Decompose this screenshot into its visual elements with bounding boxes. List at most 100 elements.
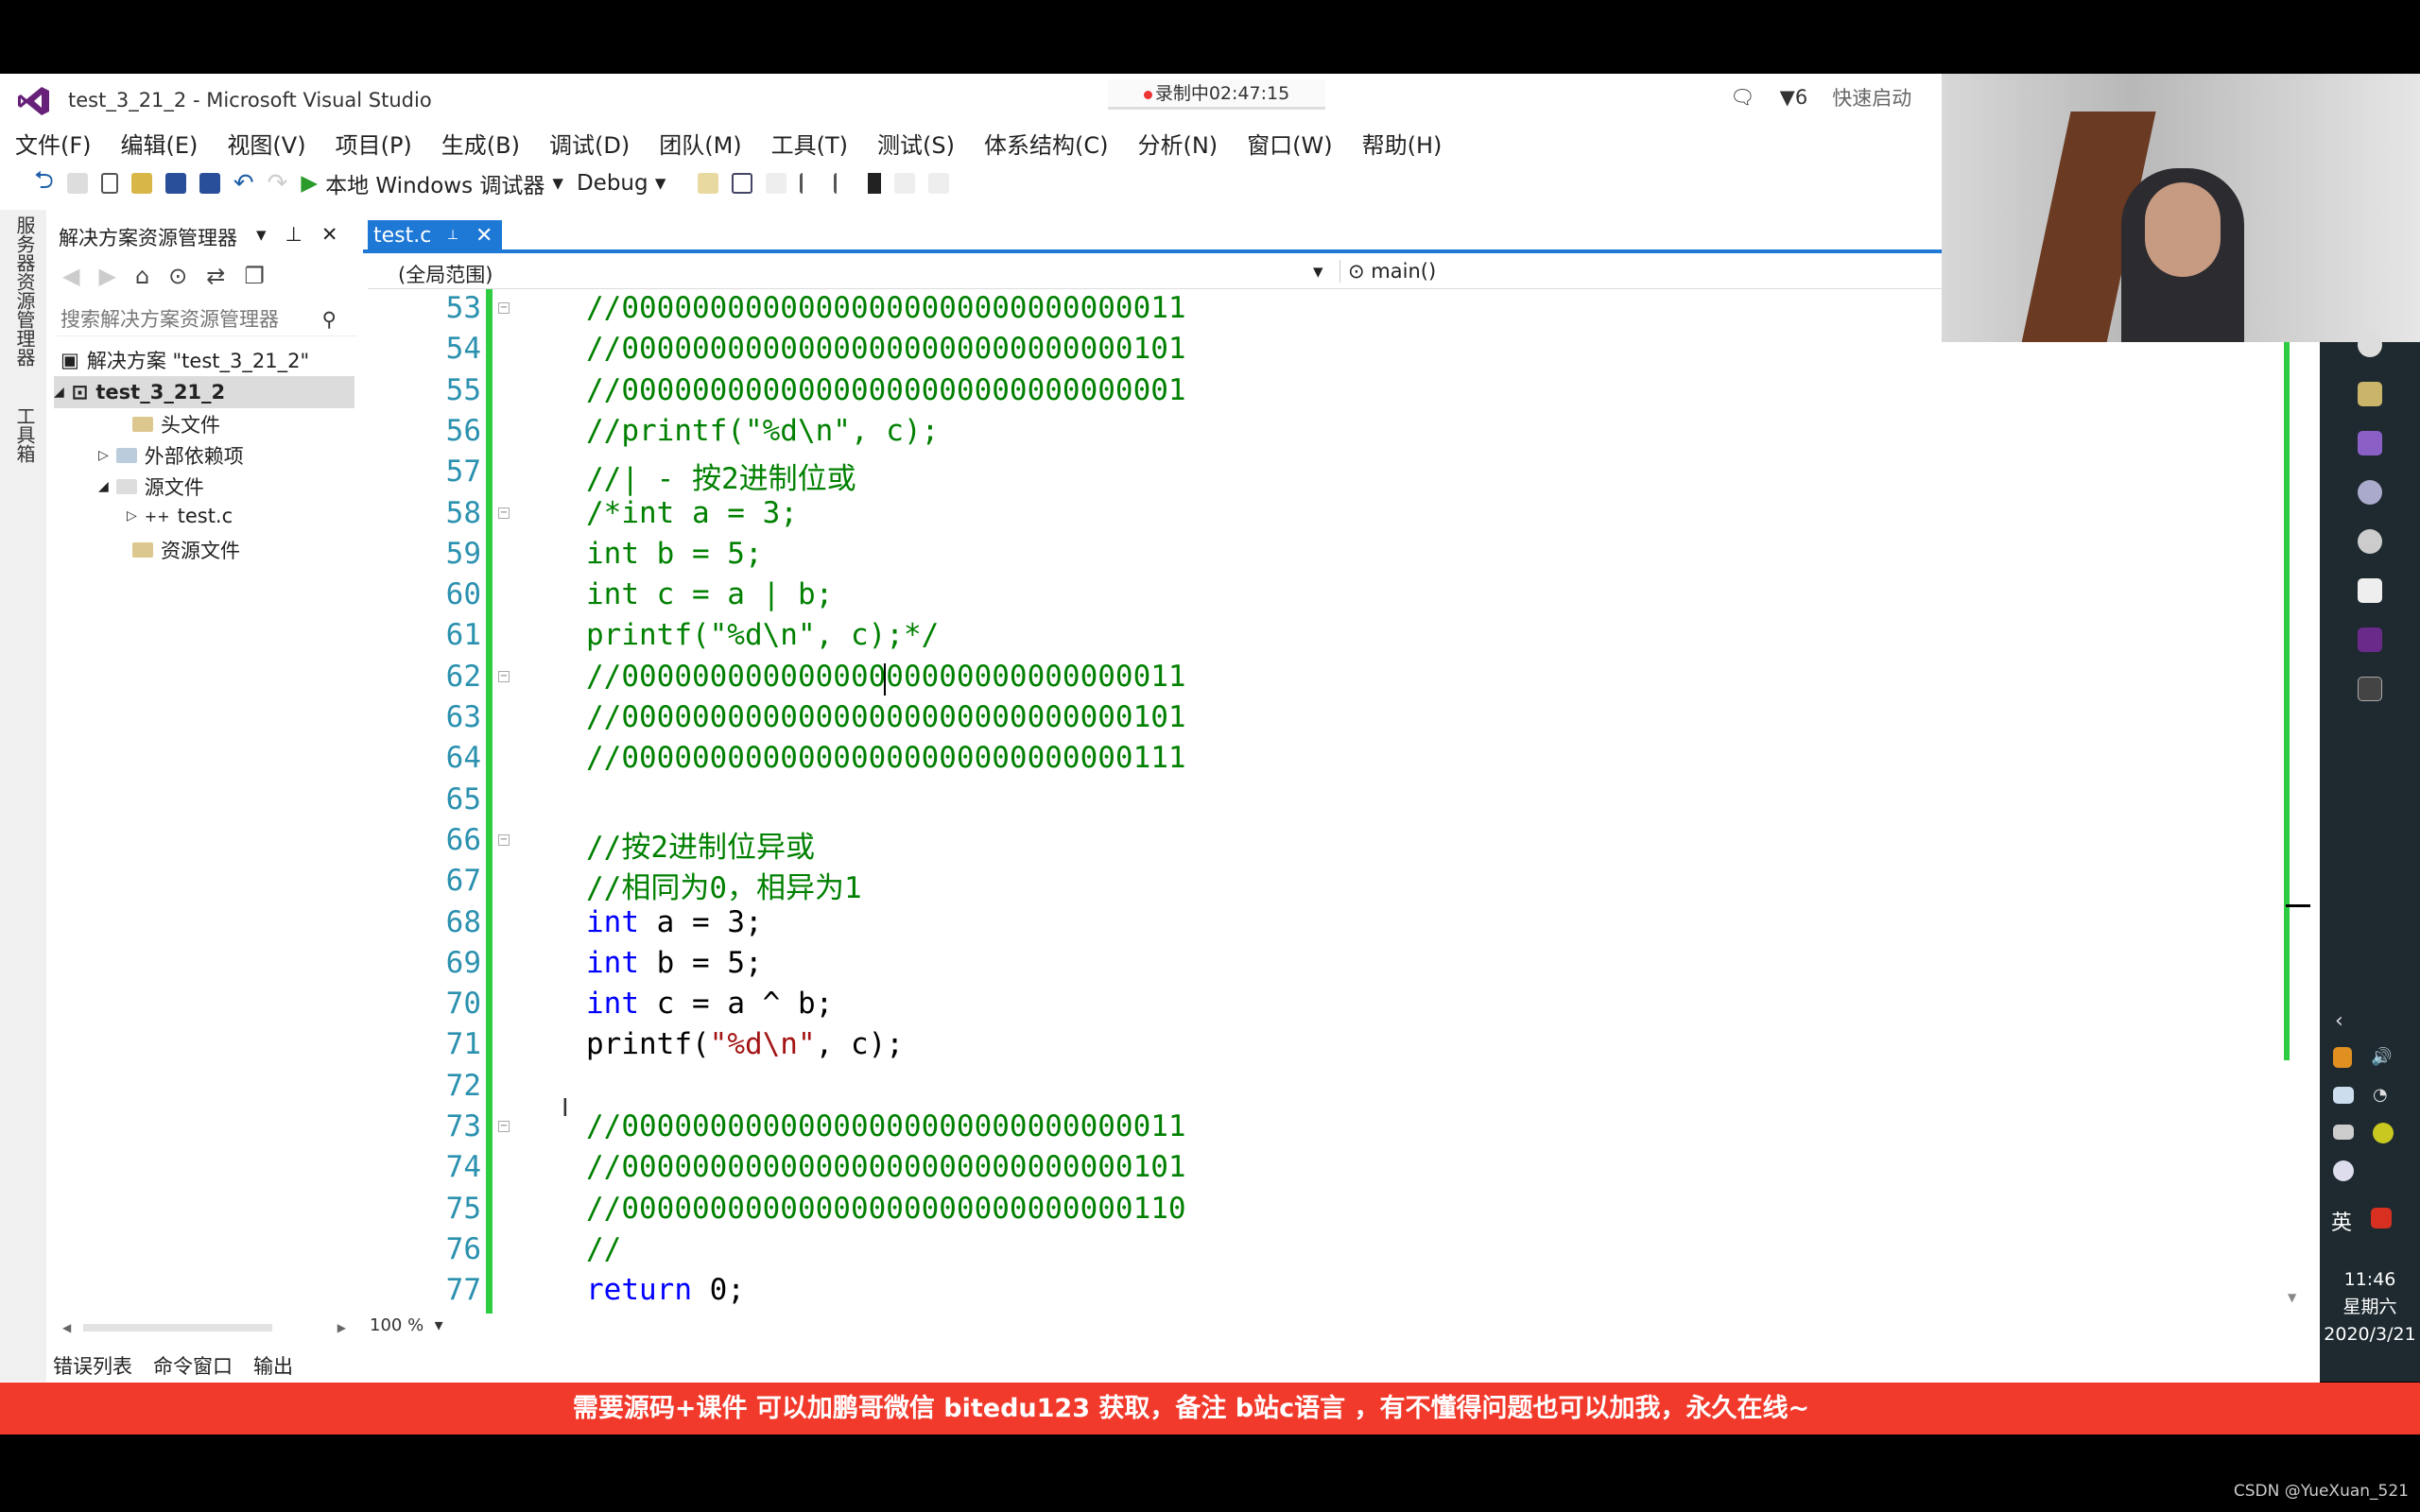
tree-test-c[interactable]: ▷ ++ test.c	[127, 505, 233, 527]
wechat-icon[interactable]	[2333, 1087, 2354, 1104]
battery-icon[interactable]	[2333, 1125, 2354, 1140]
bookmark-prev-icon[interactable]	[894, 173, 916, 194]
back-icon[interactable]: ⮌	[34, 163, 54, 204]
tab-test-c[interactable]: test.c ⊥ ✕	[368, 220, 502, 251]
refresh-icon[interactable]: ⇄	[206, 263, 225, 289]
tree-header-files[interactable]: 头文件	[132, 410, 220, 438]
chat-icon[interactable]	[2358, 529, 2382, 554]
close-icon[interactable]: ✕	[321, 223, 338, 251]
feedback-icon[interactable]: 🗨	[1730, 86, 1755, 110]
line-number: 64	[445, 741, 481, 776]
show-hidden-icons-icon[interactable]: ‹	[2335, 1009, 2343, 1033]
menu-tools[interactable]: 工具(T)	[771, 127, 848, 160]
solution-horizontal-scrollbar[interactable]: ◀ ▶	[62, 1321, 346, 1334]
scope-dropdown-arrow-icon[interactable]: ▾	[1313, 260, 1323, 283]
outdent-icon[interactable]	[834, 173, 855, 194]
find-icon[interactable]	[698, 173, 719, 194]
code-line: //按2进制位异或	[586, 830, 815, 865]
menu-build[interactable]: 生成(B)	[441, 127, 520, 160]
pin-icon[interactable]: ⊥	[285, 223, 302, 251]
menu-file[interactable]: 文件(F)	[15, 127, 92, 160]
tab-command-window[interactable]: 命令窗口	[153, 1351, 233, 1380]
function-dropdown[interactable]: ⊙ main()	[1340, 260, 1436, 283]
undo-icon[interactable]: ↶	[233, 169, 254, 198]
notifications-button[interactable]: ▼6	[1780, 86, 1808, 109]
qq-icon[interactable]	[2333, 1047, 2352, 1068]
forward-icon[interactable]: ▶	[98, 263, 115, 289]
fold-toggle-icon[interactable]: −	[498, 670, 510, 682]
menu-analyze[interactable]: 分析(N)	[1137, 127, 1218, 160]
tab-error-list[interactable]: 错误列表	[53, 1351, 132, 1380]
fold-toggle-icon[interactable]: −	[498, 1121, 510, 1132]
fold-toggle-icon[interactable]: −	[498, 302, 510, 314]
menu-window[interactable]: 窗口(W)	[1247, 127, 1332, 160]
scroll-down-arrow-icon[interactable]: ▼	[2288, 1291, 2296, 1304]
tree-external-dependencies[interactable]: ▷ 外部依赖项	[98, 441, 244, 470]
menu-edit[interactable]: 编辑(E)	[121, 127, 199, 160]
tree-solution[interactable]: ▣ 解决方案 "test_3_21_2"	[60, 346, 309, 374]
menu-debug[interactable]: 调试(D)	[549, 127, 630, 160]
home-icon[interactable]: ⌂	[135, 263, 149, 289]
back-icon[interactable]: ◀	[62, 263, 79, 289]
visual-studio-taskbar-icon[interactable]	[2358, 431, 2382, 455]
toolbox-tab[interactable]: 工具箱	[11, 406, 39, 463]
code-line: //00000000000000000000000000000101	[586, 1150, 1186, 1185]
promo-banner: 需要源码+课件 可以加鹏哥微信 bitedu123 获取，备注 b站c语言 ，有…	[0, 1383, 2420, 1435]
app-tray-icon[interactable]	[2333, 1160, 2354, 1181]
start-debugging-button[interactable]: ▶ 本地 Windows 调试器 ▾	[301, 167, 563, 199]
code-editor[interactable]: 53 − //00000000000000000000000000000011 54 /…	[368, 289, 2287, 1310]
app-tray-icon[interactable]	[2373, 1123, 2394, 1143]
photos-icon[interactable]	[2358, 578, 2382, 603]
fold-toggle-icon[interactable]: −	[498, 833, 510, 846]
tree-source-files[interactable]: ◢ 源文件	[98, 472, 204, 501]
save-icon[interactable]	[164, 173, 186, 194]
menu-team[interactable]: 团队(M)	[659, 127, 741, 160]
chrome-icon[interactable]	[2358, 333, 2382, 357]
menu-help[interactable]: 帮助(H)	[1362, 127, 1443, 160]
scope-dropdown[interactable]: (全局范围)	[398, 260, 493, 288]
forward-icon[interactable]	[66, 173, 88, 194]
play-icon: ▶	[301, 171, 319, 196]
collapse-all-icon[interactable]: ❐	[244, 263, 265, 289]
new-project-icon[interactable]	[100, 173, 118, 194]
save-all-icon[interactable]	[199, 173, 220, 194]
close-tab-icon[interactable]: ✕	[475, 220, 493, 251]
volume-icon[interactable]: 🔊	[2371, 1047, 2392, 1067]
app-icon[interactable]	[2358, 627, 2382, 652]
tab-output[interactable]: 输出	[253, 1351, 293, 1380]
uncomment-icon[interactable]	[766, 173, 787, 194]
redo-icon[interactable]: ↷	[268, 169, 288, 198]
sogou-input-icon[interactable]	[2371, 1208, 2392, 1228]
tree-resource-files[interactable]: 资源文件	[132, 536, 240, 564]
bookmark-icon[interactable]	[868, 173, 882, 194]
sync-icon[interactable]: ⊙	[168, 263, 187, 289]
file-explorer-icon[interactable]	[2358, 382, 2382, 406]
configuration-dropdown[interactable]: Debug ▾	[577, 171, 666, 196]
code-line: //00000000000000000000000000000011	[586, 291, 1186, 325]
pin-icon[interactable]: ⊥	[447, 220, 458, 251]
dropdown-icon[interactable]: ▾	[256, 223, 267, 251]
tree-project[interactable]: ◢ ⊡ test_3_21_2	[54, 376, 354, 408]
vertical-scrollbar[interactable]	[2284, 342, 2290, 1060]
recording-indicator: 录制中02:47:15	[1108, 79, 1325, 110]
menu-view[interactable]: 视图(V)	[227, 127, 305, 160]
server-explorer-tab[interactable]: 服务器资源管理器	[11, 215, 39, 367]
comment-icon[interactable]	[732, 173, 753, 194]
menu-project[interactable]: 项目(P)	[336, 127, 412, 160]
app-icon[interactable]	[2358, 480, 2382, 505]
zoom-level-dropdown[interactable]: 100 % ▾	[370, 1315, 443, 1335]
bookmark-next-icon[interactable]	[928, 173, 950, 194]
wifi-icon[interactable]: ◔	[2373, 1085, 2388, 1105]
indent-icon[interactable]	[800, 173, 821, 194]
menu-test[interactable]: 测试(S)	[877, 127, 955, 160]
ime-indicator[interactable]: 英	[2331, 1206, 2352, 1236]
fold-toggle-icon[interactable]: −	[498, 507, 510, 519]
open-file-icon[interactable]	[130, 173, 152, 194]
solution-search-input[interactable]: 搜索解决方案资源管理器 ⚲	[57, 302, 357, 336]
code-line: //printf("%d\n", c);	[586, 413, 940, 448]
menu-architecture[interactable]: 体系结构(C)	[984, 127, 1108, 160]
terminal-icon[interactable]	[2358, 677, 2382, 701]
quick-launch-input[interactable]: 快速启动	[1832, 83, 1911, 112]
line-number: 55	[445, 372, 481, 407]
taskbar-clock[interactable]: 11:46 星期六 2020/3/21	[2320, 1266, 2420, 1349]
